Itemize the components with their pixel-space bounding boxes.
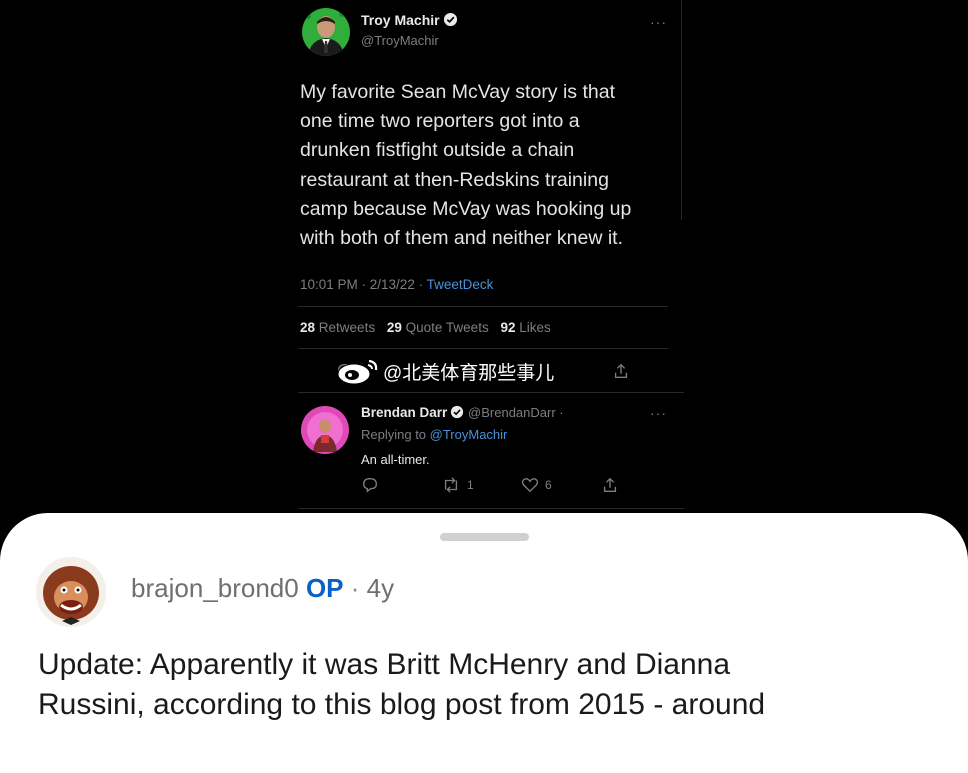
reply-like-button[interactable]: 6	[521, 476, 552, 494]
share-icon[interactable]	[612, 362, 630, 380]
reply-more-menu-icon[interactable]: ···	[650, 405, 667, 421]
reply-reply-button[interactable]	[361, 476, 385, 494]
divider	[298, 508, 684, 509]
tweet-text-line: one time two reporters got into a	[300, 110, 580, 133]
divider	[298, 306, 668, 307]
tweet-text-line: restaurant at then-Redskins training	[300, 168, 609, 191]
reply-author-handle[interactable]: @BrendanDarr ·	[468, 405, 564, 420]
replying-to-mention[interactable]: @TroyMachir	[430, 427, 508, 442]
tweet-source-link[interactable]: TweetDeck	[427, 277, 494, 292]
separator-dot: ·	[350, 573, 360, 603]
reply-icon	[363, 478, 377, 493]
reply-retweet-button[interactable]: 1	[441, 476, 474, 494]
tweet-engagement-stats: 28 Retweets 29 Quote Tweets 92 Likes	[300, 320, 551, 335]
tweet-text-line: with both of them and neither knew it.	[300, 227, 624, 250]
like-count: 6	[545, 478, 552, 492]
tweet-more-menu-icon[interactable]: ···	[650, 14, 667, 30]
like-icon	[521, 478, 539, 493]
retweets-count[interactable]: 28	[300, 320, 315, 335]
divider	[298, 348, 668, 349]
op-badge: OP	[305, 573, 344, 603]
likes-count[interactable]: 92	[500, 320, 515, 335]
tweet-text-line: drunken fistfight outside a chain	[300, 139, 575, 162]
share-icon	[603, 477, 617, 492]
tweet-timestamp: 10:01 PM · 2/13/22 · TweetDeck	[300, 277, 494, 292]
watermark-text: @北美体育那些事儿	[383, 362, 555, 384]
tweet-text-line: camp because McVay was hooking up	[300, 197, 632, 220]
column-divider	[681, 0, 682, 220]
verified-icon	[443, 12, 457, 27]
comment-line: Russini, according to this blog post fro…	[38, 688, 766, 721]
comment-sheet: brajon_brond0 OP · 4y Update: Apparently…	[0, 513, 968, 773]
quote-tweets-label[interactable]: Quote Tweets	[406, 320, 489, 335]
retweet-count: 1	[467, 478, 474, 492]
verified-icon	[451, 405, 464, 419]
divider	[298, 392, 684, 393]
tweet-author-avatar[interactable]	[302, 8, 350, 56]
weibo-watermark: @北美体育那些事儿	[335, 355, 554, 387]
reply-author-name[interactable]: Brendan Darr @BrendanDarr ·	[361, 405, 564, 420]
likes-label[interactable]: Likes	[519, 320, 551, 335]
comment-body: Update: Apparently it was Britt McHenry …	[38, 645, 938, 725]
tweet-screenshot: Troy Machir @TroyMachir ··· My favorite …	[0, 0, 968, 540]
tweet-author-handle[interactable]: @TroyMachir	[361, 33, 439, 48]
tweet-text: My favorite Sean McVay story is that one…	[300, 78, 680, 253]
replying-to: Replying to @TroyMachir	[361, 427, 508, 442]
reply-text: An all-timer.	[361, 452, 430, 467]
comment-username[interactable]: brajon_brond0	[131, 573, 299, 603]
quote-tweets-count[interactable]: 29	[387, 320, 402, 335]
sheet-grabber-handle[interactable]	[440, 533, 529, 541]
retweets-label[interactable]: Retweets	[319, 320, 375, 335]
commenter-avatar[interactable]	[36, 557, 106, 627]
comment-age: 4y	[366, 573, 395, 603]
reply-author-avatar[interactable]	[301, 406, 349, 454]
tweet-text-line: My favorite Sean McVay story is that	[300, 81, 615, 103]
retweet-icon	[444, 477, 458, 493]
comment-author-line: brajon_brond0 OP · 4y	[131, 573, 394, 604]
reply-share-button[interactable]	[601, 476, 625, 494]
comment-line: Update: Apparently it was Britt McHenry …	[38, 648, 731, 681]
weibo-logo-icon	[337, 359, 378, 385]
tweet-author-name[interactable]: Troy Machir	[361, 12, 458, 28]
